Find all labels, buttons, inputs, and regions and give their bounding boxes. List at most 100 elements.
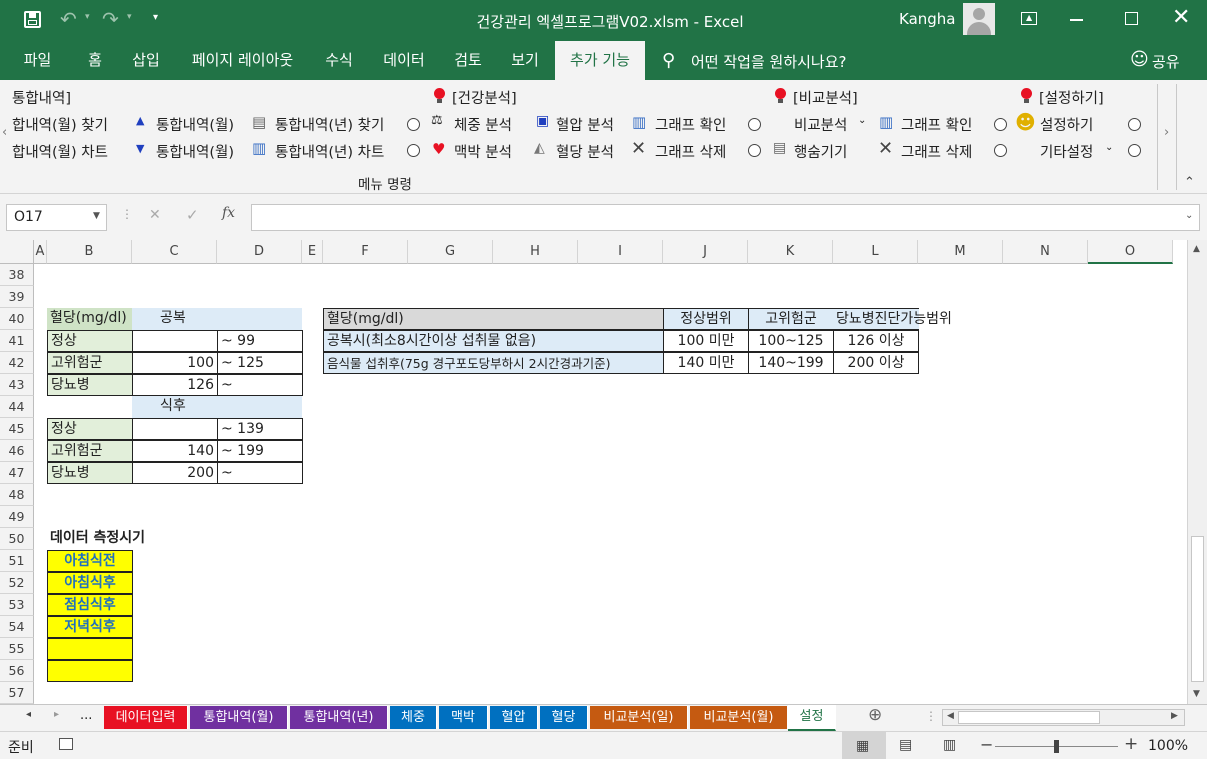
- sheet-tab-data-input[interactable]: 데이터입력: [104, 706, 188, 729]
- zoom-out-icon[interactable]: −: [980, 735, 993, 754]
- scroll-right-icon[interactable]: ▶: [1171, 711, 1178, 721]
- column-header[interactable]: I: [578, 240, 663, 264]
- name-box[interactable]: O17 ▼: [6, 204, 107, 231]
- t2-header[interactable]: 정상범위: [663, 308, 749, 330]
- expand-formula-icon[interactable]: ⌄: [1185, 210, 1193, 221]
- sheet-tab-settings[interactable]: 설정: [788, 705, 836, 731]
- row-header[interactable]: 49: [0, 506, 34, 528]
- t2-header[interactable]: 혈당(mg/dl): [323, 308, 664, 330]
- yearly-find-button[interactable]: 통합내역(년) 찾기: [275, 114, 384, 135]
- option-radio-8[interactable]: [1128, 144, 1141, 157]
- row-header[interactable]: 44: [0, 396, 34, 418]
- t1-cell[interactable]: 당뇨병: [47, 462, 133, 484]
- t1-cell[interactable]: ~ 99: [217, 330, 303, 352]
- column-header[interactable]: J: [663, 240, 748, 264]
- t1-cell[interactable]: 고위험군: [47, 440, 133, 462]
- tab-data[interactable]: 데이터: [374, 41, 434, 80]
- t1-cell[interactable]: ~ 199: [217, 440, 303, 462]
- tab-page-layout[interactable]: 페이지 레이아웃: [180, 41, 305, 80]
- t3-item[interactable]: 점심식후: [47, 594, 133, 616]
- row-header[interactable]: 42: [0, 352, 34, 374]
- row-header[interactable]: 50: [0, 528, 34, 550]
- save-icon[interactable]: [24, 11, 41, 28]
- t2-cell[interactable]: 126 이상: [833, 330, 919, 352]
- graph-confirm-2-button[interactable]: 그래프 확인: [901, 114, 972, 135]
- t2-cell[interactable]: 140~199: [748, 352, 834, 374]
- row-header[interactable]: 48: [0, 484, 34, 506]
- enter-icon[interactable]: ✓: [186, 206, 199, 224]
- graph-confirm-button[interactable]: 그래프 확인: [655, 114, 726, 135]
- tab-insert[interactable]: 삽입: [122, 41, 170, 80]
- chevron-down-icon[interactable]: ⌄: [858, 115, 866, 126]
- undo-icon[interactable]: ↶: [60, 7, 77, 31]
- t1-cell[interactable]: 100: [132, 352, 218, 374]
- graph-delete-button[interactable]: 그래프 삭제: [655, 141, 726, 162]
- bp-analysis-button[interactable]: 혈압 분석: [556, 114, 614, 135]
- yearly-chart-button[interactable]: 통합내역(년) 차트: [275, 141, 384, 162]
- scroll-up-icon[interactable]: ▲: [1193, 244, 1200, 254]
- scroll-thumb[interactable]: [958, 711, 1100, 724]
- column-header[interactable]: B: [47, 240, 132, 264]
- t1-cell[interactable]: [132, 330, 218, 352]
- row-header[interactable]: 56: [0, 660, 34, 682]
- column-header[interactable]: A: [34, 240, 47, 264]
- t2-cell[interactable]: 100~125: [748, 330, 834, 352]
- option-radio-7[interactable]: [1128, 118, 1141, 131]
- t3-item[interactable]: [47, 660, 133, 682]
- vertical-scrollbar[interactable]: ▲ ▼: [1187, 240, 1207, 704]
- share-button[interactable]: 공유: [1152, 51, 1180, 72]
- redo-dropdown-icon[interactable]: ▾: [127, 12, 132, 22]
- row-header[interactable]: 41: [0, 330, 34, 352]
- t1-cell[interactable]: [132, 418, 218, 440]
- sheet-tab-weight[interactable]: 체중: [390, 706, 437, 729]
- cancel-icon[interactable]: ✕: [149, 207, 161, 223]
- weight-analysis-button[interactable]: 체중 분석: [454, 114, 512, 135]
- scroll-down-icon[interactable]: ▼: [1193, 689, 1200, 699]
- t1-header-label[interactable]: 혈당(mg/dl): [47, 308, 132, 330]
- minimize-icon[interactable]: [1070, 19, 1083, 21]
- t1-header-after[interactable]: 식후: [132, 396, 302, 418]
- t1-cell[interactable]: ~ 139: [217, 418, 303, 440]
- row-header[interactable]: 45: [0, 418, 34, 440]
- more-sheets-button[interactable]: ...: [80, 708, 92, 723]
- column-header[interactable]: O: [1088, 240, 1173, 264]
- normal-view-icon[interactable]: ▦: [842, 732, 886, 759]
- collapse-ribbon-icon[interactable]: ⌃: [1184, 175, 1195, 190]
- column-header[interactable]: E: [302, 240, 323, 264]
- sheet-tab-sugar[interactable]: 혈당: [540, 706, 588, 729]
- sugar-analysis-button[interactable]: 혈당 분석: [556, 141, 614, 162]
- option-radio-6[interactable]: [994, 144, 1007, 157]
- formula-input[interactable]: ⌄: [251, 204, 1200, 231]
- zoom-level[interactable]: 100%: [1148, 738, 1188, 754]
- avatar[interactable]: [963, 3, 995, 35]
- column-header[interactable]: G: [408, 240, 493, 264]
- column-header[interactable]: K: [748, 240, 833, 264]
- t1-cell[interactable]: ~: [217, 462, 303, 484]
- row-header[interactable]: 47: [0, 462, 34, 484]
- row-header[interactable]: 38: [0, 264, 34, 286]
- user-name[interactable]: Kangha: [899, 10, 956, 28]
- worksheet-grid[interactable]: ABCDEFGHIJKLMNO 38 39 40 41 42 43 44 45 46 47 48 49…: [0, 240, 1207, 704]
- maximize-icon[interactable]: [1125, 12, 1138, 25]
- t3-item[interactable]: 아침식후: [47, 572, 133, 594]
- t1-cell[interactable]: 정상: [47, 330, 133, 352]
- hide-rows-button[interactable]: 행숨기기: [794, 141, 847, 162]
- monthly-find-button[interactable]: 합내역(월) 찾기: [12, 114, 108, 135]
- add-sheet-icon[interactable]: ⊕: [868, 705, 882, 725]
- close-icon[interactable]: ✕: [1172, 5, 1190, 30]
- next-sheet-icon[interactable]: ▸: [54, 709, 59, 720]
- t1-cell[interactable]: 정상: [47, 418, 133, 440]
- scroll-left-icon[interactable]: ‹: [2, 125, 7, 140]
- monthly-down-button[interactable]: 통합내역(월): [156, 141, 234, 162]
- graph-delete-2-button[interactable]: 그래프 삭제: [901, 141, 972, 162]
- page-layout-view-icon[interactable]: ▤: [899, 737, 912, 753]
- tab-formulas[interactable]: 수식: [315, 41, 363, 80]
- row-header[interactable]: 55: [0, 638, 34, 660]
- t2-header[interactable]: 당뇨병진단가능범위: [833, 308, 952, 330]
- column-header[interactable]: H: [493, 240, 578, 264]
- sheet-tab-compare-day[interactable]: 비교분석(일): [590, 706, 688, 729]
- row-header[interactable]: 43: [0, 374, 34, 396]
- t2-header[interactable]: 고위험군: [748, 308, 834, 330]
- sheet-tab-monthly[interactable]: 통합내역(월): [190, 706, 288, 729]
- zoom-slider-thumb[interactable]: [1054, 740, 1059, 753]
